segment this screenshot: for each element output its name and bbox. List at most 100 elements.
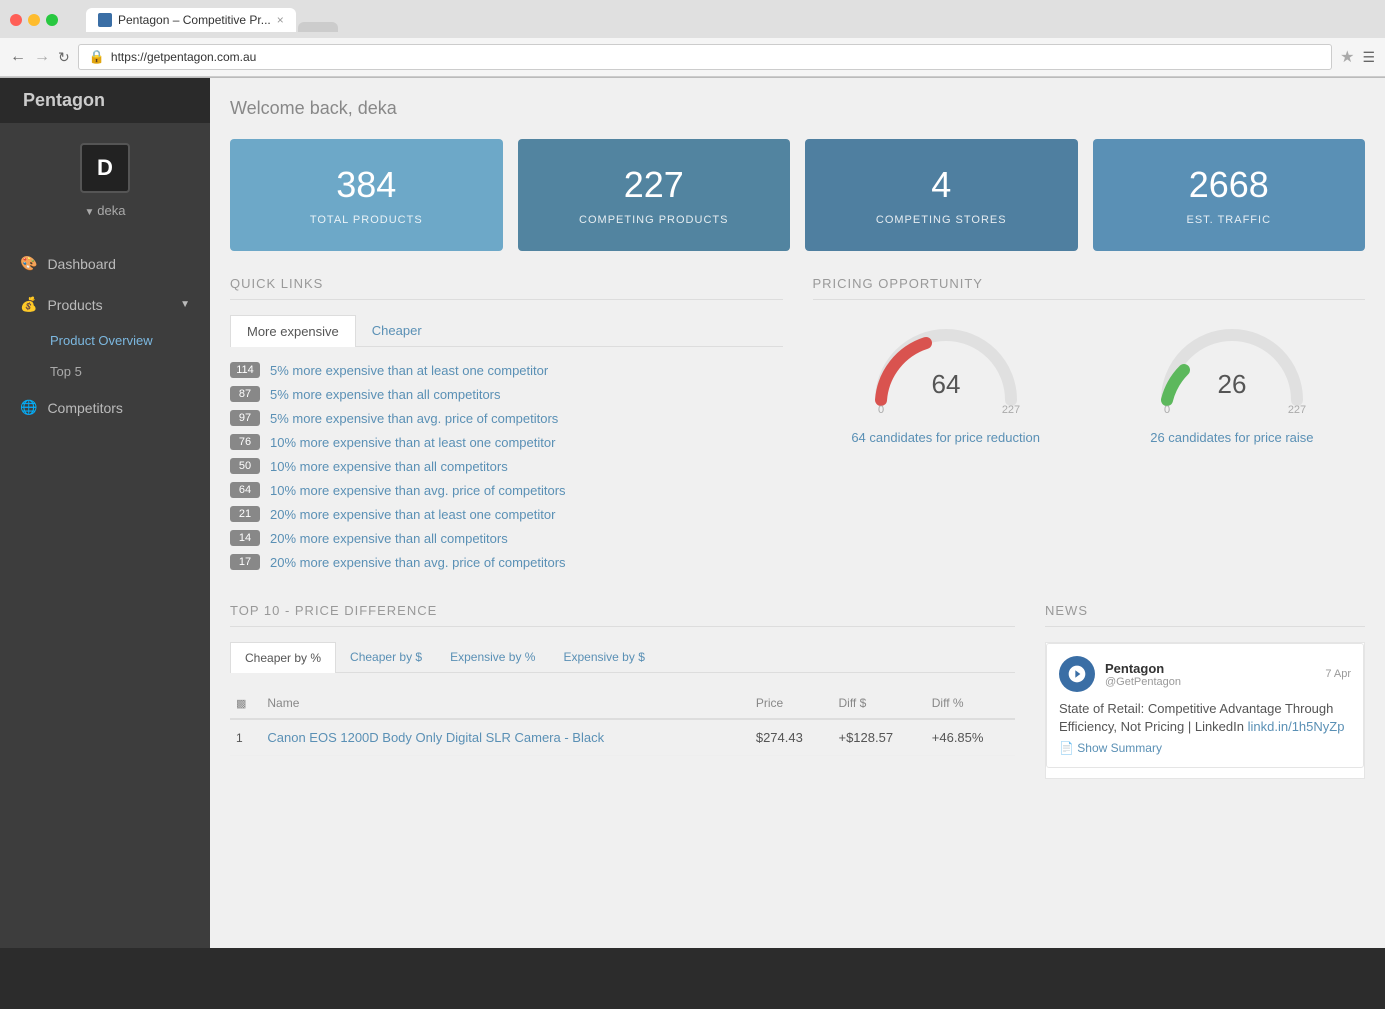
products-arrow-icon: ▼	[180, 299, 190, 310]
chevron-down-icon: ▼	[85, 207, 98, 218]
sidebar-item-competitors[interactable]: 🌐 Competitors	[0, 387, 210, 428]
price-diff-title: TOP 10 - PRICE DIFFERENCE	[230, 603, 1015, 627]
tab-cheaper-dollar[interactable]: Cheaper by $	[336, 642, 436, 672]
news-show-summary[interactable]: 📄 Show Summary	[1059, 741, 1351, 755]
stat-card-competing-stores: 4 COMPETING STORES	[805, 139, 1078, 251]
list-item: 76 10% more expensive than at least one …	[230, 434, 783, 450]
tab-close-icon[interactable]: ×	[277, 13, 284, 27]
top5-label: Top 5	[50, 364, 82, 379]
refresh-button[interactable]: ↻	[58, 49, 70, 66]
gauge-svg-left: 64 0 227	[866, 315, 1026, 415]
address-bar[interactable]: 🔒 https://getpentagon.com.au	[78, 44, 1332, 70]
list-item: 50 10% more expensive than all competito…	[230, 458, 783, 474]
sidebar-brand-row: Pentagon	[0, 78, 210, 123]
news-title: NEWS	[1045, 603, 1365, 627]
quick-links-tabs: More expensive Cheaper	[230, 315, 783, 347]
browser-toolbar: ← → ↻ 🔒 https://getpentagon.com.au ★ ☰	[0, 38, 1385, 77]
tab-expensive-dollar-label: Expensive by $	[563, 650, 644, 664]
sidebar: Pentagon D ▼ deka 🎨 Dashboard 💰 Products…	[0, 78, 210, 948]
ql-link-2[interactable]: 5% more expensive than avg. price of com…	[270, 411, 558, 426]
stat-card-est-traffic: 2668 EST. TRAFFIC	[1093, 139, 1366, 251]
menu-icon[interactable]: ☰	[1362, 49, 1375, 66]
sidebar-sub-item-top5[interactable]: Top 5	[0, 356, 210, 387]
sidebar-item-dashboard[interactable]: 🎨 Dashboard	[0, 243, 210, 284]
tab-expensive-dollar[interactable]: Expensive by $	[549, 642, 658, 672]
news-avatar	[1059, 656, 1095, 692]
ql-link-8[interactable]: 20% more expensive than avg. price of co…	[270, 555, 566, 570]
document-icon: 📄	[1059, 741, 1077, 755]
sidebar-user[interactable]: ▼ deka	[0, 198, 210, 223]
forward-button[interactable]: →	[34, 48, 50, 66]
tab-more-expensive[interactable]: More expensive	[230, 315, 356, 347]
active-tab-title: Pentagon – Competitive Pr...	[118, 13, 271, 27]
news-source: Pentagon @GetPentagon	[1105, 661, 1315, 688]
ql-link-5[interactable]: 10% more expensive than avg. price of co…	[270, 483, 566, 498]
col-header-price: Price	[750, 688, 833, 719]
tab-expensive-pct[interactable]: Expensive by %	[436, 642, 549, 672]
tab-cheaper-pct[interactable]: Cheaper by %	[230, 642, 336, 673]
sort-icon: ▩	[236, 698, 246, 710]
stat-number-total-products: 384	[245, 164, 488, 206]
back-button[interactable]: ←	[10, 48, 26, 66]
table-row: 1 Canon EOS 1200D Body Only Digital SLR …	[230, 719, 1015, 756]
inactive-tab[interactable]	[298, 22, 338, 32]
col-header-diff-pct: Diff %	[926, 688, 1015, 719]
sidebar-sub-item-product-overview[interactable]: Product Overview	[0, 325, 210, 356]
quick-links-list: 114 5% more expensive than at least one …	[230, 362, 783, 570]
ql-link-1[interactable]: 5% more expensive than all competitors	[270, 387, 501, 402]
browser-action-icons: ★ ☰	[1340, 47, 1375, 67]
star-icon[interactable]: ★	[1340, 47, 1354, 67]
sidebar-item-products[interactable]: 💰 Products ▼	[0, 284, 210, 325]
bottom-section: TOP 10 - PRICE DIFFERENCE Cheaper by % C…	[230, 603, 1365, 779]
col-header-rank: ▩	[230, 688, 261, 719]
stat-label-total-products: TOTAL PRODUCTS	[245, 214, 488, 226]
url-text: https://getpentagon.com.au	[111, 50, 256, 64]
news-link[interactable]: linkd.in/1h5NyZp	[1248, 719, 1345, 734]
news-scroll-area[interactable]: Pentagon @GetPentagon 7 Apr State of Ret…	[1045, 642, 1365, 779]
tab-cheaper[interactable]: Cheaper	[356, 315, 438, 346]
news-section: NEWS Pentagon @GetPentagon	[1045, 603, 1365, 779]
list-item: 14 20% more expensive than all competito…	[230, 530, 783, 546]
tab-expensive-pct-label: Expensive by %	[450, 650, 535, 664]
ql-link-6[interactable]: 20% more expensive than at least one com…	[270, 507, 555, 522]
col-header-name: Name	[261, 688, 749, 719]
row-rank: 1	[230, 719, 261, 756]
browser-chrome: Pentagon – Competitive Pr... × ← → ↻ 🔒 h…	[0, 0, 1385, 78]
gauge-left-label[interactable]: 64 candidates for price reduction	[813, 430, 1079, 445]
dashboard-icon: 🎨	[20, 255, 37, 272]
list-item: 64 10% more expensive than avg. price of…	[230, 482, 783, 498]
quick-links-title: QUICK LINKS	[230, 276, 783, 300]
ql-link-7[interactable]: 20% more expensive than all competitors	[270, 531, 508, 546]
welcome-message: Welcome back, deka	[230, 98, 1365, 119]
logo-letter: D	[97, 155, 113, 181]
pricing-opportunity-title: PRICING OPPORTUNITY	[813, 276, 1366, 300]
ql-badge-4: 50	[230, 458, 260, 474]
row-name[interactable]: Canon EOS 1200D Body Only Digital SLR Ca…	[261, 719, 749, 756]
gauge-right-label[interactable]: 26 candidates for price raise	[1099, 430, 1365, 445]
row-diff-pct: +46.85%	[926, 719, 1015, 756]
row-diff-dollar: +$128.57	[832, 719, 925, 756]
ql-badge-0: 114	[230, 362, 260, 378]
tab-more-expensive-label: More expensive	[247, 324, 339, 339]
stat-label-est-traffic: EST. TRAFFIC	[1108, 214, 1351, 226]
ql-badge-7: 14	[230, 530, 260, 546]
ql-link-0[interactable]: 5% more expensive than at least one comp…	[270, 363, 548, 378]
brand-title: Pentagon	[23, 90, 105, 111]
products-label: Products	[47, 297, 102, 313]
ql-badge-6: 21	[230, 506, 260, 522]
traffic-light-yellow	[28, 14, 40, 26]
ql-badge-3: 76	[230, 434, 260, 450]
ql-link-4[interactable]: 10% more expensive than all competitors	[270, 459, 508, 474]
list-item: 114 5% more expensive than at least one …	[230, 362, 783, 378]
ql-link-3[interactable]: 10% more expensive than at least one com…	[270, 435, 555, 450]
ql-badge-5: 64	[230, 482, 260, 498]
svg-text:227: 227	[1288, 404, 1306, 415]
sidebar-logo: D	[80, 143, 130, 193]
row-price: $274.43	[750, 719, 833, 756]
price-diff-tabs: Cheaper by % Cheaper by $ Expensive by %…	[230, 642, 1015, 673]
gauge-svg-right: 26 0 227	[1152, 315, 1312, 415]
active-tab[interactable]: Pentagon – Competitive Pr... ×	[86, 8, 296, 32]
svg-text:227: 227	[1001, 404, 1019, 415]
list-item: 21 20% more expensive than at least one …	[230, 506, 783, 522]
news-source-name: Pentagon	[1105, 661, 1315, 676]
